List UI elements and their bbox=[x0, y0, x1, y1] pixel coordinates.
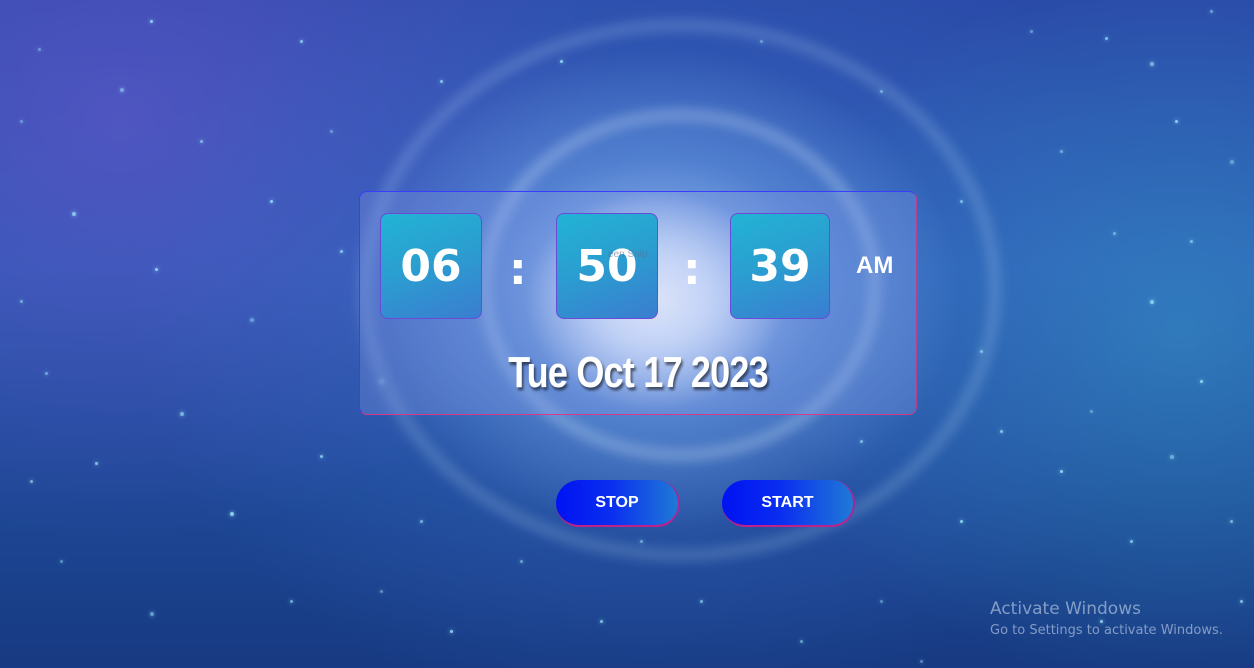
particle-dot bbox=[1060, 470, 1063, 473]
minutes-display: 50 bbox=[556, 213, 658, 319]
colon-separator-1: : bbox=[509, 244, 527, 295]
clock-card: 06 : 50 een Snip : 39 AM Tue Oct 17 2023 bbox=[359, 191, 917, 415]
particle-dot bbox=[800, 640, 803, 643]
screen-snip-overlay: een Snip bbox=[608, 249, 648, 260]
particle-dot bbox=[1240, 600, 1243, 603]
particle-dot bbox=[45, 372, 48, 375]
particle-dot bbox=[600, 620, 603, 623]
particle-dot bbox=[95, 462, 98, 465]
particle-dot bbox=[1060, 150, 1063, 153]
ampm-indicator: AM bbox=[856, 252, 894, 279]
particle-dot bbox=[270, 200, 273, 203]
particle-dot bbox=[1150, 300, 1154, 304]
particle-dot bbox=[38, 48, 41, 51]
particle-dot bbox=[520, 560, 523, 563]
particle-dot bbox=[1170, 455, 1174, 459]
particle-dot bbox=[860, 440, 863, 443]
particle-dot bbox=[420, 520, 423, 523]
particle-dot bbox=[230, 512, 234, 516]
activate-windows-watermark: Activate Windows Go to Settings to activ… bbox=[990, 598, 1223, 642]
particle-dot bbox=[1190, 240, 1193, 243]
particle-dot bbox=[150, 612, 154, 616]
particle-dot bbox=[920, 660, 923, 663]
particle-dot bbox=[330, 130, 333, 133]
particle-dot bbox=[880, 600, 883, 603]
seconds-display: 39 bbox=[730, 213, 830, 319]
start-button[interactable]: START bbox=[722, 480, 855, 527]
particle-dot bbox=[340, 250, 343, 253]
particle-dot bbox=[72, 212, 76, 216]
particle-dot bbox=[880, 90, 883, 93]
colon-separator-2: : bbox=[683, 244, 701, 295]
particle-dot bbox=[20, 300, 23, 303]
particle-dot bbox=[300, 40, 303, 43]
particle-dot bbox=[1000, 430, 1003, 433]
particle-dot bbox=[1090, 410, 1093, 413]
particle-dot bbox=[450, 630, 453, 633]
particle-dot bbox=[1113, 232, 1116, 235]
particle-dot bbox=[120, 88, 124, 92]
particle-dot bbox=[30, 480, 33, 483]
particle-dot bbox=[1105, 37, 1108, 40]
particle-dot bbox=[960, 200, 963, 203]
particle-dot bbox=[960, 520, 963, 523]
particle-dot bbox=[290, 600, 293, 603]
particle-dot bbox=[1210, 10, 1213, 13]
particle-dot bbox=[1200, 380, 1203, 383]
particle-dot bbox=[320, 455, 323, 458]
watermark-title: Activate Windows bbox=[990, 599, 1141, 619]
particle-dot bbox=[250, 318, 254, 322]
particle-dot bbox=[200, 140, 203, 143]
stop-button[interactable]: STOP bbox=[556, 480, 680, 527]
particle-dot bbox=[380, 590, 383, 593]
particle-dot bbox=[150, 20, 153, 23]
particle-dot bbox=[560, 60, 563, 63]
particle-dot bbox=[1230, 520, 1233, 523]
particle-dot bbox=[700, 600, 703, 603]
particle-dot bbox=[640, 540, 643, 543]
particle-dot bbox=[1030, 30, 1033, 33]
date-display: Tue Oct 17 2023 bbox=[508, 348, 769, 397]
particle-dot bbox=[155, 268, 158, 271]
particle-dot bbox=[980, 350, 983, 353]
particle-dot bbox=[60, 560, 63, 563]
particle-dot bbox=[20, 120, 23, 123]
particle-dot bbox=[1130, 540, 1133, 543]
particle-dot bbox=[440, 80, 443, 83]
watermark-subtitle: Go to Settings to activate Windows. bbox=[990, 623, 1223, 638]
particle-dot bbox=[1175, 120, 1178, 123]
particle-dot bbox=[760, 40, 763, 43]
particle-dot bbox=[1150, 62, 1154, 66]
hours-display: 06 bbox=[380, 213, 482, 319]
particle-dot bbox=[180, 412, 184, 416]
particle-dot bbox=[1230, 160, 1234, 164]
